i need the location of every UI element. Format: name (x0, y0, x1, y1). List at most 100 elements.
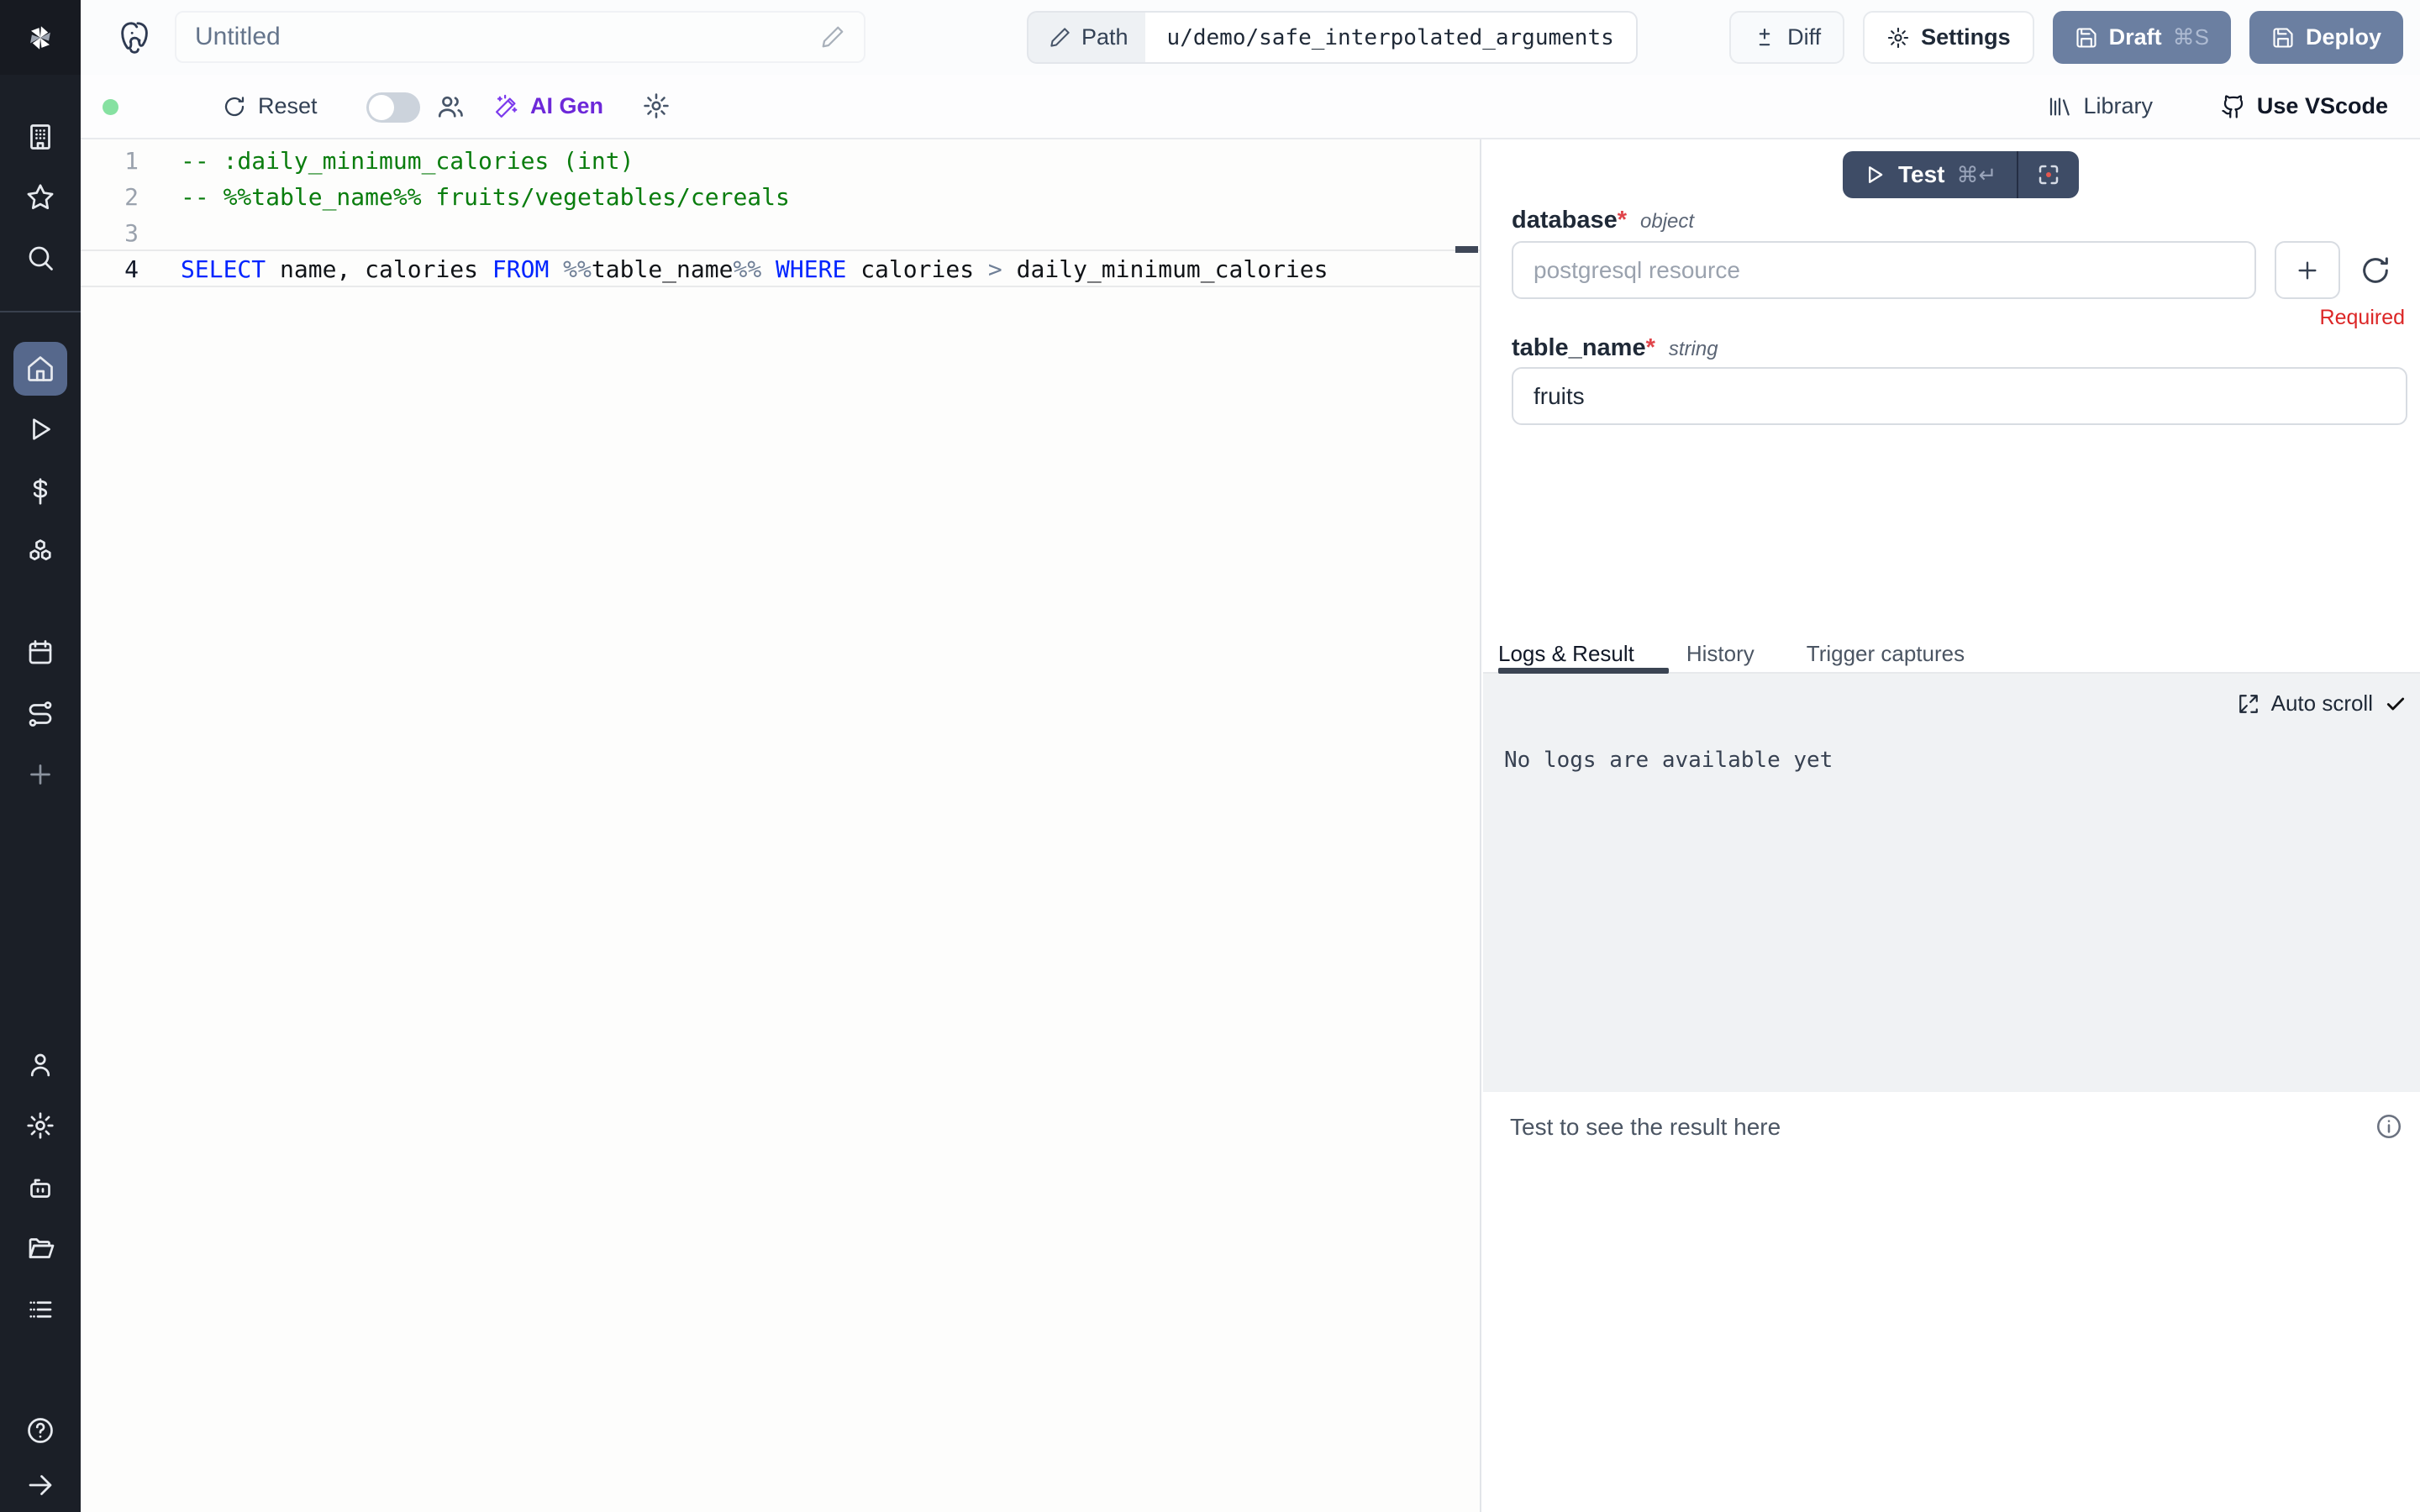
app-sidebar (0, 0, 81, 1512)
capture-button[interactable] (2018, 151, 2079, 198)
test-button-main[interactable]: Test ⌘↵ (1843, 151, 2018, 198)
triggers-route-icon[interactable] (13, 687, 67, 741)
empty-logs-message: No logs are available yet (1504, 748, 1833, 773)
code-line[interactable]: 2 -- %%table_name%% fruits/vegetables/ce… (81, 179, 1480, 215)
test-label: Test (1898, 161, 1945, 188)
library-label: Library (2083, 93, 2153, 119)
expand-sidebar-arrow-icon[interactable] (13, 1458, 67, 1512)
runs-play-icon[interactable] (13, 402, 67, 456)
github-icon (2221, 94, 2246, 119)
active-tab-underline (1498, 668, 1669, 674)
sidebar-divider (0, 311, 81, 312)
path-label: Path (1081, 24, 1128, 50)
save-icon (2271, 26, 2295, 50)
schedules-calendar-icon[interactable] (13, 626, 67, 680)
settings-label: Settings (1921, 24, 2011, 50)
reset-label: Reset (258, 93, 318, 119)
field-name: table_name (1512, 334, 1646, 361)
library-icon (2047, 94, 2072, 119)
code-comment: -- :daily_minimum_calories (int) (181, 147, 634, 175)
draft-button[interactable]: Draft ⌘S (2053, 11, 2231, 64)
path-pill[interactable]: Path u/demo/safe_interpolated_arguments (1027, 11, 1638, 64)
help-icon[interactable] (13, 1404, 67, 1457)
diff-button[interactable]: Diff (1729, 11, 1844, 64)
reset-button[interactable]: Reset (222, 93, 318, 119)
script-title-box[interactable]: Untitled (175, 11, 865, 63)
workspace-building-icon[interactable] (13, 110, 67, 164)
plus-icon (2294, 257, 2321, 284)
top-header: Untitled Path u/demo/safe_interpolated_a… (81, 0, 2420, 75)
home-icon[interactable] (13, 342, 67, 396)
line-number-active: 4 (81, 255, 181, 283)
info-icon[interactable] (2375, 1112, 2403, 1141)
test-button[interactable]: Test ⌘↵ (1843, 151, 2079, 198)
library-button[interactable]: Library (2047, 93, 2153, 119)
field-type: string (1669, 338, 1718, 361)
path-label-segment: Path (1028, 24, 1145, 50)
refresh-icon (222, 94, 247, 119)
code-line[interactable]: 1 -- :daily_minimum_calories (int) (81, 143, 1480, 179)
tab-logs-result[interactable]: Logs & Result (1498, 641, 1634, 667)
test-shortcut: ⌘↵ (1957, 162, 1997, 188)
tab-history[interactable]: History (1686, 641, 1754, 667)
ai-gen-label: AI Gen (530, 93, 603, 119)
audit-list-icon[interactable] (13, 1283, 67, 1336)
add-resource-button[interactable] (2275, 241, 2340, 299)
database-input[interactable] (1512, 241, 2256, 299)
code-line[interactable]: 4 SELECT name, calories FROM %%table_nam… (81, 251, 1480, 287)
draft-label: Draft (2109, 24, 2162, 50)
postgresql-icon (116, 18, 155, 57)
folders-icon[interactable] (13, 1221, 67, 1275)
result-tabs: Logs & Result History Trigger captures (1483, 635, 2420, 672)
code-editor[interactable]: 1 -- :daily_minimum_calories (int) 2 -- … (81, 139, 1481, 1512)
settings-button[interactable]: Settings (1863, 11, 2034, 64)
tab-trigger-captures[interactable]: Trigger captures (1807, 641, 1965, 667)
edit-title-pencil-icon[interactable] (820, 24, 845, 50)
auto-scroll-label: Auto scroll (2271, 690, 2373, 717)
deploy-label: Deploy (2306, 24, 2381, 50)
logs-area: Auto scroll No logs are available yet (1483, 674, 2420, 1092)
resources-cubes-icon[interactable] (13, 525, 67, 579)
search-icon[interactable] (13, 231, 67, 285)
ai-gen-button[interactable]: AI Gen (494, 93, 603, 119)
run-panel: Test ⌘↵ database* object Required table_… (1483, 139, 2420, 1512)
users-icon[interactable] (435, 92, 466, 122)
edit-path-pencil-icon (1049, 26, 1071, 49)
check-icon (2385, 693, 2407, 715)
table-name-field-label: table_name* string (1512, 334, 1718, 362)
required-error: Required (2320, 306, 2405, 330)
code-line[interactable]: 3 (81, 215, 1480, 251)
auto-scroll-toggle[interactable]: Auto scroll (2238, 690, 2407, 717)
workers-robot-icon[interactable] (13, 1161, 67, 1215)
script-title: Untitled (195, 23, 820, 51)
sql-statement: SELECT name, calories FROM %%table_name%… (181, 255, 1328, 283)
play-icon (1863, 163, 1886, 186)
settings-gear-icon[interactable] (13, 1099, 67, 1152)
result-hint: Test to see the result here (1510, 1114, 1781, 1141)
use-vscode-button[interactable]: Use VScode (2221, 93, 2388, 119)
save-icon (2075, 26, 2098, 50)
draft-shortcut: ⌘S (2173, 24, 2209, 50)
required-asterisk: * (1618, 207, 1627, 234)
path-value[interactable]: u/demo/safe_interpolated_arguments (1145, 13, 1636, 62)
collab-toggle[interactable] (366, 92, 420, 123)
expand-icon (2238, 693, 2260, 715)
refresh-resources-icon[interactable] (2359, 254, 2392, 287)
code-comment: -- %%table_name%% fruits/vegetables/cere… (181, 183, 790, 211)
result-area: Test to see the result here (1483, 1092, 2420, 1512)
line-number: 2 (81, 183, 181, 211)
users-person-icon[interactable] (13, 1038, 67, 1092)
windmill-logo[interactable] (0, 0, 81, 75)
table-name-input[interactable] (1512, 367, 2407, 425)
field-name: database (1512, 207, 1618, 234)
use-vscode-label: Use VScode (2257, 93, 2388, 119)
capture-record-icon (2036, 162, 2061, 187)
line-number: 1 (81, 147, 181, 175)
variables-dollar-icon[interactable] (13, 465, 67, 518)
magic-wand-icon (494, 94, 519, 119)
deploy-button[interactable]: Deploy (2249, 11, 2403, 64)
favorites-star-icon[interactable] (13, 171, 67, 224)
add-plus-icon[interactable] (13, 748, 67, 801)
script-settings-gear-icon[interactable] (642, 92, 671, 120)
required-asterisk: * (1646, 334, 1655, 361)
